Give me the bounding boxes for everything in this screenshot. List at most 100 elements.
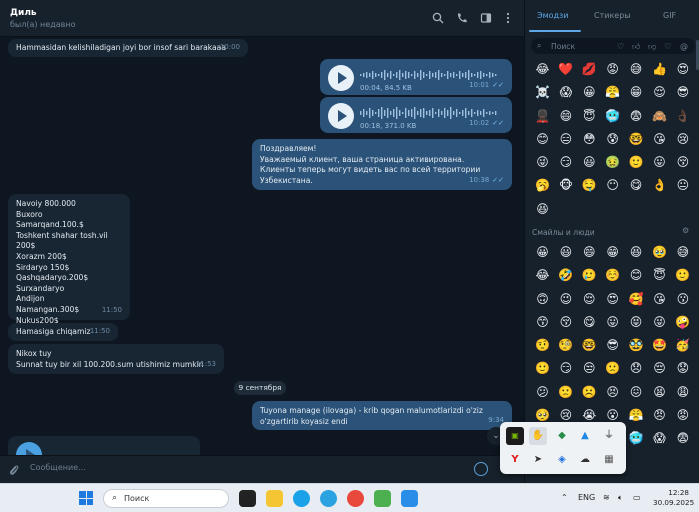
language-indicator[interactable]: ENG <box>578 493 595 502</box>
telegram-icon[interactable]: ➤ <box>529 451 547 469</box>
emoji-button[interactable]: 😘 <box>648 288 671 311</box>
emoji-button[interactable]: 😃 <box>554 241 577 264</box>
emoji-button[interactable]: 😒 <box>578 357 601 380</box>
emoji-button[interactable]: 😝 <box>625 311 648 334</box>
emoji-button[interactable]: 😩 <box>671 381 694 404</box>
emoji-button[interactable]: 😆 <box>625 241 648 264</box>
emoji-button[interactable]: 🥶 <box>625 427 648 450</box>
emoji-button[interactable]: ☺️ <box>601 264 624 287</box>
emoji-button[interactable]: 🧐 <box>554 334 577 357</box>
emoji-button[interactable]: ☠️ <box>531 81 554 104</box>
emoji-button[interactable]: 😟 <box>671 357 694 380</box>
emoji-button[interactable]: 😄 <box>554 105 577 128</box>
emoji-button[interactable]: 👌 <box>648 174 671 197</box>
emoji-button[interactable]: 🥹 <box>648 241 671 264</box>
emoji-button[interactable]: ❤️ <box>554 58 577 81</box>
emoji-button[interactable]: 😛 <box>648 151 671 174</box>
emoji-button[interactable]: 😎 <box>601 334 624 357</box>
emoji-button[interactable]: 😁 <box>625 81 648 104</box>
emoji-button[interactable]: 🙂 <box>671 264 694 287</box>
emoji-button[interactable]: 😫 <box>648 381 671 404</box>
message-outgoing[interactable]: Tuyona manage (ilovaga) - krib qogan mal… <box>252 401 512 430</box>
emoji-button[interactable]: 🙂 <box>531 357 554 380</box>
battery-icon[interactable]: ▭ <box>633 493 641 502</box>
emoji-button[interactable]: 🙃 <box>531 288 554 311</box>
emoji-button[interactable]: 🤪 <box>671 311 694 334</box>
emoji-button[interactable]: 😍 <box>601 288 624 311</box>
play-icon[interactable] <box>328 103 354 129</box>
nvidia-icon[interactable]: ▣ <box>506 427 524 445</box>
search-icon[interactable] <box>431 12 445 26</box>
attach-icon[interactable] <box>9 464 19 479</box>
wifi-icon[interactable]: ≋ <box>603 493 610 502</box>
emoji-button[interactable]: 😊 <box>625 264 648 287</box>
emoji-button[interactable]: 😏 <box>554 357 577 380</box>
voice-message[interactable]: 00:18, 371.0 KB 10:02 ✓✓ <box>320 97 512 133</box>
emoji-button[interactable]: 😠 <box>648 404 671 427</box>
volume-icon[interactable]: 🔈︎ <box>618 493 623 503</box>
cloud-icon[interactable]: ☁ <box>576 451 594 469</box>
emoji-button[interactable]: 😶 <box>601 174 624 197</box>
heart-broken-icon[interactable]: ♡ <box>664 42 671 51</box>
tray-app-icon[interactable]: ✋ <box>529 427 547 445</box>
file-explorer-icon[interactable] <box>266 490 283 507</box>
emoji-button[interactable]: 😌 <box>578 288 601 311</box>
emoji-button[interactable]: 😗 <box>671 288 694 311</box>
chat-title[interactable]: Диль <box>10 8 37 18</box>
emoji-button[interactable]: 😡 <box>601 58 624 81</box>
start-icon[interactable] <box>79 491 93 505</box>
message-list[interactable]: Hammasidan kelishiladigan joyi bor insof… <box>0 37 524 455</box>
emoji-button[interactable]: 😅 <box>671 241 694 264</box>
emoji-button[interactable]: 😚 <box>671 151 694 174</box>
emoji-button[interactable]: 😄 <box>578 241 601 264</box>
emoji-button[interactable]: 😕 <box>531 381 554 404</box>
emoji-button[interactable]: 😳 <box>578 128 601 151</box>
emoji-button[interactable]: 🤨 <box>531 334 554 357</box>
usb-icon[interactable]: ⏚ <box>600 427 618 445</box>
emoji-button[interactable]: 😅 <box>625 58 648 81</box>
emoji-button[interactable]: 🤓 <box>625 128 648 151</box>
more-options-icon[interactable] <box>501 12 515 26</box>
emoji-button[interactable]: 🥲 <box>578 264 601 287</box>
yandex-icon[interactable]: Y <box>506 451 524 469</box>
emoji-button[interactable]: 😙 <box>531 311 554 334</box>
clock[interactable]: 12:28 30.09.2025 <box>653 488 694 508</box>
play-icon[interactable] <box>16 442 42 455</box>
emoji-button[interactable]: 👌🏿 <box>671 105 694 128</box>
sidebar-toggle-icon[interactable] <box>479 12 493 26</box>
emoji-button[interactable]: 💂🏿 <box>531 105 554 128</box>
taskbar-search-input[interactable]: ⌕ Поиск <box>103 489 229 508</box>
edge-icon[interactable] <box>293 490 310 507</box>
play-icon[interactable] <box>328 65 354 91</box>
tab-emoji[interactable]: Эмодзи <box>537 11 569 20</box>
emoji-button[interactable]: 🥱 <box>531 174 554 197</box>
drive-icon[interactable]: ▲ <box>576 427 594 445</box>
message-incoming[interactable]: Navoiy 800.000 Buxoro Samarqand.100.$ To… <box>8 194 130 325</box>
notepad-icon[interactable] <box>401 490 418 507</box>
dropbox-icon[interactable]: ◈ <box>553 451 571 469</box>
emoji-button[interactable]: 😀 <box>578 81 601 104</box>
emoji-button[interactable]: 😘 <box>648 128 671 151</box>
emoji-button[interactable]: 🥶 <box>601 105 624 128</box>
emoji-button[interactable]: 😜 <box>531 151 554 174</box>
emoji-button[interactable]: 😔 <box>648 357 671 380</box>
stack-icon[interactable]: ◆ <box>553 427 571 445</box>
emoji-button[interactable]: 😡 <box>671 404 694 427</box>
emoji-button[interactable]: 🤣 <box>554 264 577 287</box>
emoji-button[interactable]: 😁 <box>601 241 624 264</box>
emoji-button[interactable]: 😎 <box>671 81 694 104</box>
chrome-icon[interactable] <box>347 490 364 507</box>
message-incoming[interactable]: Hamasiga chiqamiz 11:50 <box>8 323 118 341</box>
emoji-button[interactable]: 😖 <box>625 381 648 404</box>
emoji-button[interactable]: 😚 <box>554 311 577 334</box>
chrome-profile-icon[interactable] <box>374 490 391 507</box>
emoji-button[interactable]: 😆 <box>531 198 554 221</box>
thumbs-up-icon[interactable]: 👍︎ <box>632 42 640 52</box>
emoji-button[interactable]: 😤 <box>601 81 624 104</box>
emoji-button[interactable]: 😀 <box>531 241 554 264</box>
tab-stickers[interactable]: Стикеры <box>594 11 631 20</box>
emoji-button[interactable]: 😇 <box>648 264 671 287</box>
emoji-button[interactable]: 🥳 <box>671 334 694 357</box>
emoji-button[interactable]: 🐵 <box>554 174 577 197</box>
emoji-button[interactable]: 😉 <box>554 288 577 311</box>
